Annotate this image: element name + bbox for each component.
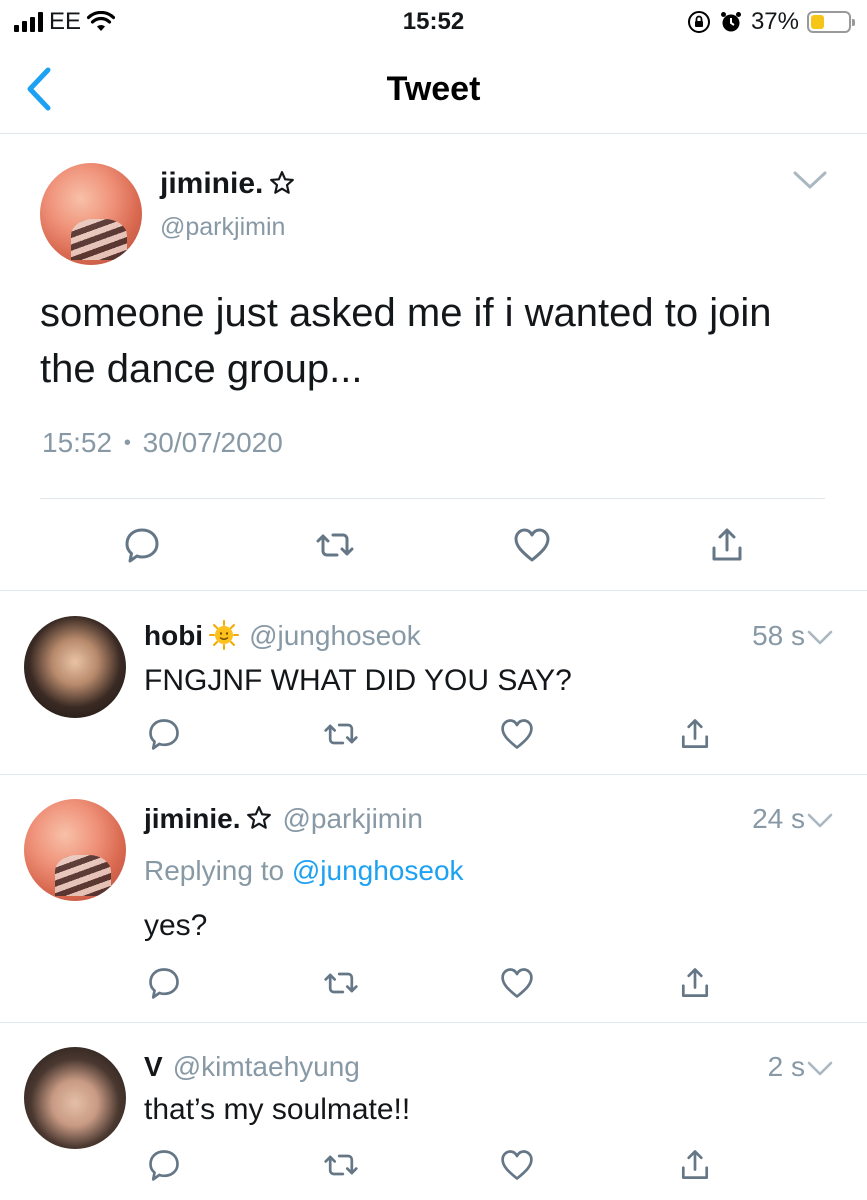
reply-icon[interactable] — [146, 965, 182, 1001]
author-name[interactable]: V — [144, 1051, 163, 1082]
heart-icon[interactable] — [512, 525, 552, 565]
share-icon[interactable] — [707, 525, 747, 565]
heart-icon[interactable] — [499, 965, 535, 1001]
reply-header: jiminie. @parkjimin — [144, 803, 423, 835]
reply-header: V @kimtaehyung — [144, 1051, 360, 1083]
reply-tweet[interactable]: V @kimtaehyung 2 s that’s my soulmate!! — [0, 1023, 867, 1200]
avatar[interactable] — [24, 1047, 126, 1149]
chevron-down-icon[interactable] — [793, 170, 827, 190]
battery-fill — [811, 15, 825, 29]
tweet-actions — [0, 525, 867, 565]
author-handle[interactable]: @junghoseok — [249, 620, 421, 651]
reply-time: 24 s — [752, 803, 805, 834]
mention-link[interactable]: @junghoseok — [292, 855, 464, 886]
reply-tweet[interactable]: jiminie. @parkjimin 24 s Replying to @jun… — [0, 775, 867, 1023]
status-bar: EE 15:52 37% — [0, 0, 867, 44]
tweet-time: 15:52 — [42, 427, 113, 458]
meta-separator: • — [123, 432, 131, 454]
author-name[interactable]: jiminie. — [144, 803, 240, 834]
share-icon[interactable] — [677, 1147, 713, 1183]
share-icon[interactable] — [677, 965, 713, 1001]
heart-icon[interactable] — [499, 1147, 535, 1183]
reply-text: yes? — [144, 909, 208, 942]
author-handle[interactable]: @kimtaehyung — [173, 1051, 360, 1082]
author-name-text: jiminie. — [160, 167, 264, 200]
replying-to: Replying to @junghoseok — [144, 855, 464, 887]
replying-label: Replying to — [144, 855, 285, 886]
page-title: Tweet — [386, 70, 481, 108]
tweet-date: 30/07/2020 — [142, 427, 283, 458]
battery-percent: 37% — [750, 8, 799, 35]
nav-bar: Tweet — [0, 44, 867, 134]
author-name[interactable]: jiminie. — [160, 167, 295, 201]
reply-text: that’s my soulmate!! — [144, 1093, 411, 1126]
author-handle[interactable]: @parkjimin — [160, 213, 285, 242]
avatar[interactable] — [40, 163, 142, 265]
reply-header: hobi @junghoseok — [144, 620, 421, 652]
reply-icon[interactable] — [146, 1147, 182, 1183]
author-name[interactable]: hobi — [144, 620, 203, 651]
reply-icon[interactable] — [146, 716, 182, 752]
reply-text: FNGJNF WHAT DID YOU SAY? — [144, 664, 572, 697]
main-tweet: jiminie. @parkjimin someone just asked m… — [0, 135, 867, 591]
share-icon[interactable] — [677, 716, 713, 752]
rotation-lock-icon — [687, 10, 711, 34]
avatar[interactable] — [24, 616, 126, 718]
battery-icon — [807, 11, 855, 33]
status-right: 37% — [687, 8, 855, 36]
chevron-down-icon[interactable] — [807, 1061, 833, 1077]
retweet-icon[interactable] — [323, 716, 359, 752]
tweet-timestamp: 15:52 • 30/07/2020 — [42, 427, 283, 459]
chevron-down-icon[interactable] — [807, 630, 833, 646]
reply-tweet[interactable]: hobi @junghoseok 58 s FNGJNF WHAT DID YO… — [0, 592, 867, 775]
avatar[interactable] — [24, 799, 126, 901]
star-icon — [270, 171, 295, 194]
heart-icon[interactable] — [499, 716, 535, 752]
reply-time: 58 s — [752, 620, 805, 651]
chevron-down-icon[interactable] — [807, 813, 833, 829]
reply-icon[interactable] — [122, 525, 162, 565]
reply-time: 2 s — [767, 1051, 805, 1082]
tweet-text: someone just asked me if i wanted to joi… — [40, 291, 772, 391]
retweet-icon[interactable] — [323, 965, 359, 1001]
sun-icon — [209, 620, 240, 650]
star-icon — [247, 806, 272, 829]
divider — [40, 498, 825, 499]
alarm-icon — [719, 10, 743, 34]
retweet-icon[interactable] — [323, 1147, 359, 1183]
author-handle[interactable]: @parkjimin — [282, 803, 422, 834]
retweet-icon[interactable] — [315, 525, 355, 565]
